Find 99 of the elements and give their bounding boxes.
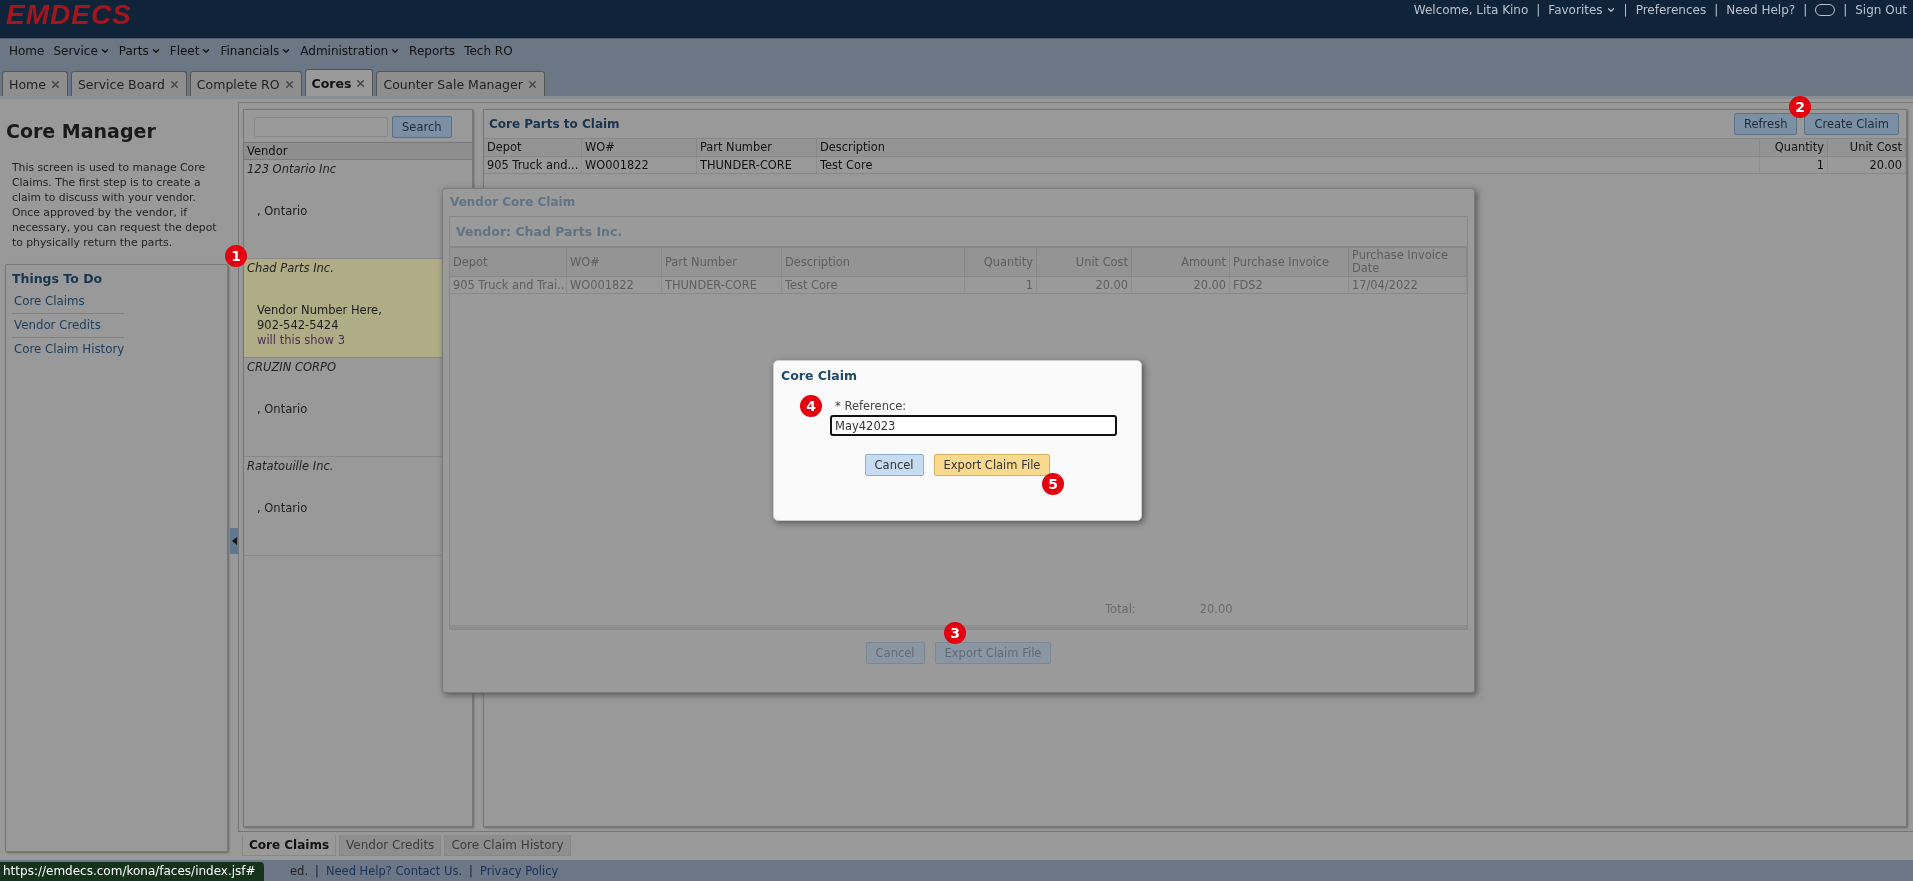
vendor-address: , Ontario	[256, 204, 309, 219]
separator: |	[469, 863, 473, 878]
vendor-address: , Ontario	[256, 501, 309, 516]
tab[interactable]: Home	[2, 71, 68, 96]
tab[interactable]: Vendor Credits	[339, 835, 442, 856]
tab[interactable]: Complete RO	[189, 71, 302, 96]
table-cell: WO001822	[567, 277, 662, 294]
menu-item[interactable]: Home	[9, 44, 45, 58]
panel-title: Things To Do	[12, 271, 104, 286]
table-cell: THUNDER-CORE	[662, 277, 782, 294]
separator: |	[1623, 3, 1628, 17]
export-button[interactable]: Export Claim File	[933, 454, 1051, 476]
description-text: This screen is used to manage Core Claims. The first step is to create a claim to discuss with your vendor. Once approved by the vendor, if necessary, you can request the depot to physically return the parts.	[12, 160, 218, 250]
welcome-text: Welcome, Lita Kino	[1413, 3, 1529, 17]
collapse-icon	[231, 537, 237, 545]
menu-item[interactable]: Fleet	[169, 44, 212, 58]
separator: |	[1536, 3, 1541, 17]
tab[interactable]: Core Claim History	[444, 835, 571, 856]
dialog-title: Vendor Core Claim	[449, 194, 577, 211]
menu-item[interactable]: Parts	[118, 44, 161, 58]
footer-link[interactable]: Need Help? Contact Us.	[325, 863, 463, 878]
menu-item[interactable]: Financials	[220, 44, 292, 58]
caret-icon	[201, 46, 212, 56]
caret-icon	[390, 46, 401, 56]
reference-field[interactable]: May42023	[830, 415, 1117, 436]
menu-item[interactable]: Service	[53, 44, 110, 58]
table-cell: 20.00	[1037, 277, 1132, 294]
tab[interactable]: Cores	[304, 69, 374, 96]
column-header: Unit Cost	[1828, 138, 1906, 157]
column-header: Depot	[484, 138, 582, 157]
vendor-row[interactable]: Chad Parts Inc. Vendor Number Here, 902-542-5424 will this show 3	[244, 259, 442, 358]
nav-link[interactable]: Core Claims	[12, 290, 124, 314]
column-header: WO#	[582, 138, 697, 157]
separator: |	[1803, 3, 1808, 17]
tab[interactable]: Counter Sale Manager	[376, 71, 545, 96]
table-cell: FDS2	[1230, 277, 1349, 294]
close-icon[interactable]	[168, 78, 180, 90]
tab[interactable]: Service Board	[70, 71, 187, 96]
menu-item[interactable]: Administration	[300, 44, 401, 58]
collapse-handle[interactable]	[230, 528, 238, 554]
favorites-menu[interactable]: Favorites	[1548, 3, 1616, 17]
vendor-address: , Ontario	[256, 402, 309, 417]
column-header: Part Number	[697, 138, 817, 157]
status-url: https://emdecs.com/kona/faces/index.jsf#	[0, 862, 264, 881]
table-cell: THUNDER-CORE	[697, 157, 817, 174]
table-cell: 1	[1760, 157, 1828, 174]
panel-title: Core Parts to Claim	[489, 117, 620, 131]
cancel-button[interactable]: Cancel	[864, 454, 924, 476]
separator: |	[1843, 3, 1848, 17]
separator: |	[1714, 3, 1719, 17]
vendor-name: CRUZIN CORPO	[247, 360, 338, 374]
nav-link[interactable]: Core Claim History	[12, 338, 124, 361]
menu-item[interactable]: Tech RO	[464, 44, 513, 58]
modal-title: Core Claim	[781, 368, 858, 383]
nav-link[interactable]: Vendor Credits	[12, 314, 124, 338]
toolbar-button[interactable]: Refresh	[1734, 113, 1798, 135]
header-link[interactable]: Sign Out	[1855, 3, 1907, 17]
table-cell: Test Core	[817, 157, 1760, 174]
close-icon[interactable]	[49, 78, 61, 90]
vendor-row[interactable]: Ratatouille Inc. , Ontario	[244, 457, 442, 556]
caret-icon	[150, 46, 161, 56]
footer-text: ed.	[290, 863, 309, 878]
logo: EMDECS	[6, 0, 132, 30]
table-cell: WO001822	[582, 157, 697, 174]
footer-link[interactable]: Privacy Policy	[479, 863, 559, 878]
vendor-note: will this show 3	[256, 333, 346, 348]
header-link[interactable]: Need Help?	[1726, 3, 1796, 17]
separator: |	[315, 863, 319, 878]
caret-icon	[99, 46, 110, 56]
tab[interactable]: Core Claims	[242, 835, 337, 856]
vendor-row[interactable]: CRUZIN CORPO , Ontario	[244, 358, 442, 457]
close-icon[interactable]	[526, 78, 538, 90]
page-title: Core Manager	[6, 120, 157, 142]
vendor-name: 123 Ontario Inc	[247, 162, 338, 176]
table-cell: 905 Truck and Trai...	[450, 277, 567, 294]
field-label: * Reference:	[835, 399, 908, 413]
caret-icon	[281, 46, 292, 56]
vendor-address: 902-542-5424	[256, 318, 340, 333]
table-cell: 1	[965, 277, 1037, 294]
step-marker: 1	[225, 245, 247, 267]
close-icon[interactable]	[355, 77, 367, 89]
vendor-name: Ratatouille Inc.	[247, 459, 335, 473]
vendor-row[interactable]: 123 Ontario Inc , Ontario	[244, 160, 442, 259]
table-cell: Test Core	[782, 277, 965, 294]
vendor-name: Chad Parts Inc.	[247, 261, 335, 275]
header-link[interactable]: Preferences	[1635, 3, 1707, 17]
table-cell: 17/04/2022	[1349, 277, 1467, 294]
search-button[interactable]: Search	[392, 116, 452, 138]
caret-icon	[1605, 5, 1616, 15]
vendor-address: Vendor Number Here,	[256, 303, 383, 318]
toolbar-button[interactable]: Create Claim	[1804, 113, 1899, 135]
table-cell: 20.00	[1828, 157, 1906, 174]
close-icon[interactable]	[283, 78, 295, 90]
table-cell: 20.00	[1132, 277, 1230, 294]
column-header: Vendor	[244, 142, 472, 160]
table-cell: 905 Truck and...	[484, 157, 582, 174]
column-header: Quantity	[1760, 138, 1828, 157]
menu-item[interactable]: Reports	[409, 44, 456, 58]
column-header: Description	[817, 138, 1760, 157]
